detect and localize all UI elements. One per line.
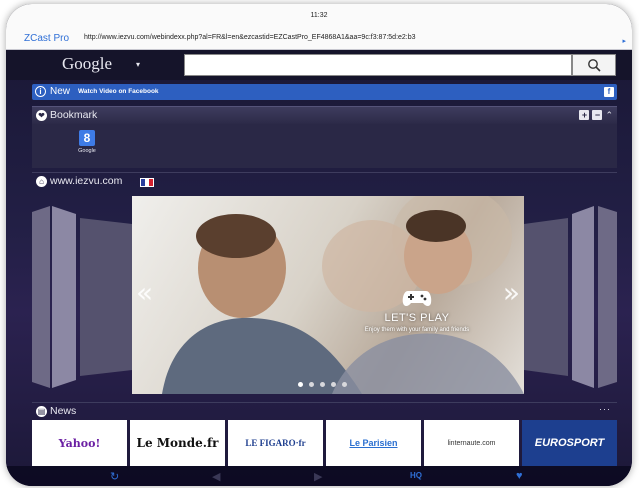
news-icon: ▤ <box>36 406 47 417</box>
news-header: ▤ News ··· <box>32 402 617 420</box>
new-banner[interactable]: i New Watch Video on Facebook f <box>32 84 617 100</box>
search-input[interactable] <box>184 54 572 76</box>
flag-stripe-red <box>149 179 153 186</box>
bookmark-header: ❤ Bookmark + − ⌃ <box>32 106 617 124</box>
site-title: www.iezvu.com <box>50 175 123 187</box>
new-label: New <box>50 86 71 97</box>
carousel-side-panel-right <box>524 206 617 388</box>
carousel-next-button[interactable]: » <box>503 276 520 309</box>
search-icon <box>588 59 601 72</box>
carousel-prev-button[interactable]: « <box>136 276 153 309</box>
refresh-icon[interactable]: ↻ <box>110 470 119 483</box>
back-icon[interactable]: ◀ <box>212 470 220 483</box>
news-more-button[interactable]: ··· <box>599 404 611 414</box>
url-field[interactable]: http://www.iezvu.com/webindexx.php?al=FR… <box>84 34 416 41</box>
forward-icon[interactable]: ▶ <box>314 470 322 483</box>
search-engine-caret-icon[interactable]: ▾ <box>136 60 140 69</box>
add-bookmark-button[interactable]: + <box>579 110 590 120</box>
news-tile[interactable]: EUROSPORT <box>522 420 617 466</box>
news-source-label: LE FIGARO·fr <box>245 438 306 448</box>
bookmark-icon: ❤ <box>36 110 47 121</box>
carousel-side-panel-left <box>32 206 132 388</box>
web-content: Google ▾ i New Watch Video on Facebook f… <box>6 50 632 486</box>
slide-title: LET'S PLAY <box>384 312 450 324</box>
news-tile[interactable]: Yahoo! <box>32 420 127 466</box>
bookmark-controls: + − ⌃ <box>579 110 613 120</box>
carousel-slide[interactable]: LET'S PLAY Enjoy them with your family a… <box>132 196 524 394</box>
carousel-dot[interactable] <box>309 382 314 387</box>
news-tiles: Yahoo! Le Monde.fr LE FIGARO·fr Le Parisien… <box>32 420 617 466</box>
news-source-label: Le Monde.fr <box>136 436 219 450</box>
search-button[interactable] <box>572 54 616 76</box>
bottom-toolbar: ↻ ◀ ▶ HQ ♥ <box>6 466 632 486</box>
carousel-dot[interactable] <box>298 382 303 387</box>
news-tile[interactable]: LE FIGARO·fr <box>228 420 323 466</box>
carousel: LET'S PLAY Enjoy them with your family a… <box>6 192 632 402</box>
carousel-dot[interactable] <box>320 382 325 387</box>
info-icon: i <box>35 86 46 97</box>
share-arrow-icon[interactable]: ▸ <box>622 37 626 45</box>
favorite-heart-icon[interactable]: ♥ <box>516 470 523 482</box>
app-title: ZCast Pro <box>24 33 70 44</box>
bookmark-title: Bookmark <box>50 109 98 121</box>
news-source-label: linternaute.com <box>447 439 496 447</box>
gamepad-icon <box>402 291 432 306</box>
url-bar: ZCast Pro http://www.iezvu.com/webindexx… <box>6 28 632 50</box>
facebook-icon[interactable]: f <box>604 87 614 97</box>
search-engine-label[interactable]: Google <box>62 54 112 74</box>
google-icon: 8 <box>79 130 95 146</box>
news-tile[interactable]: Le Monde.fr <box>130 420 225 466</box>
status-bar: 11:32 <box>6 4 632 28</box>
bookmark-item-label: Google <box>78 148 96 154</box>
news-tile[interactable]: linternaute.com <box>424 420 519 466</box>
remove-bookmark-button[interactable]: − <box>592 110 603 120</box>
facebook-video-link[interactable]: Watch Video on Facebook <box>78 88 159 95</box>
slide-caption: LET'S PLAY Enjoy them with your family a… <box>332 288 502 333</box>
news-source-label: Yahoo! <box>58 436 101 450</box>
status-clock: 11:32 <box>310 12 328 19</box>
news-source-label: Le Parisien <box>349 438 398 448</box>
carousel-dot[interactable] <box>342 382 347 387</box>
bookmark-list: 8 Google <box>32 124 617 168</box>
news-tile[interactable]: Le Parisien <box>326 420 421 466</box>
search-row: Google ▾ <box>6 50 632 80</box>
carousel-dot[interactable] <box>331 382 336 387</box>
news-title: News <box>50 405 77 417</box>
home-icon: ⌂ <box>36 176 47 187</box>
news-source-label: EUROSPORT <box>534 437 605 449</box>
bookmark-item-google[interactable]: 8 Google <box>76 130 98 154</box>
site-header: ⌂ www.iezvu.com <box>32 172 617 190</box>
french-flag-icon[interactable] <box>140 178 154 187</box>
hq-button[interactable]: HQ <box>410 471 422 480</box>
carousel-dots <box>298 382 347 387</box>
tablet-screen: 11:32 ZCast Pro http://www.iezvu.com/web… <box>6 4 632 486</box>
slide-subtitle: Enjoy them with your family and friends <box>364 327 470 333</box>
collapse-icon[interactable]: ⌃ <box>605 110 613 120</box>
